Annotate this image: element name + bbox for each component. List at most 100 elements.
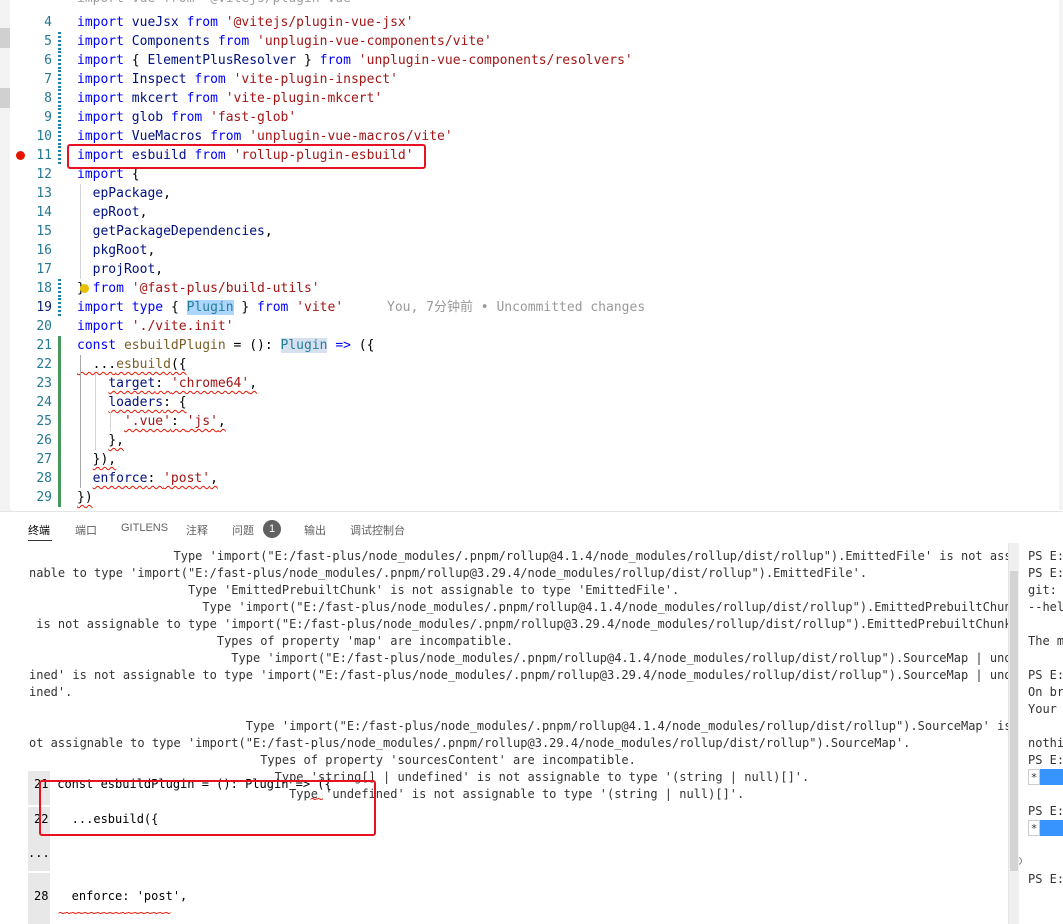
git-added-marker[interactable] bbox=[58, 374, 61, 393]
code-line[interactable]: 15 getPackageDependencies, bbox=[10, 222, 1063, 241]
code-line[interactable]: 27 }), bbox=[10, 450, 1063, 469]
code-line[interactable]: 21 const esbuildPlugin = (): Plugin => ({ bbox=[10, 336, 1063, 355]
git-added-marker[interactable] bbox=[58, 469, 61, 488]
code-token: loaders bbox=[108, 395, 164, 410]
code-line[interactable]: 9 import glob from 'fast-glob' bbox=[10, 108, 1063, 127]
breakpoint-icon[interactable] bbox=[16, 151, 25, 160]
code-line[interactable]: 13 epPackage, bbox=[10, 184, 1063, 203]
partial-line-text: import vue from '@vitejs/plugin-vue' bbox=[77, 0, 359, 8]
line-code: const esbuildPlugin = (): Plugin => ({ bbox=[77, 336, 374, 355]
code-token: 'unplugin-vue-components/vite' bbox=[257, 34, 492, 49]
line-code: epPackage, bbox=[77, 184, 171, 203]
code-token: , bbox=[163, 186, 171, 201]
side-terminal-line: PS E: bbox=[1028, 804, 1063, 818]
second-terminal[interactable]: PS E: PS E: git: --hel The m PS E: On br Your no… bbox=[1019, 543, 1063, 924]
git-added-marker[interactable] bbox=[58, 355, 61, 374]
code-line[interactable]: 20 import './vite.init' bbox=[10, 317, 1063, 336]
line-code: import './vite.init' bbox=[77, 317, 234, 336]
snippet-line-number: 28 bbox=[34, 889, 49, 903]
tab-terminal[interactable]: 终端 bbox=[28, 522, 50, 538]
code-token: : bbox=[170, 414, 187, 429]
code-token: import bbox=[77, 167, 132, 182]
code-token: vueJsx bbox=[131, 15, 187, 30]
tab-gitlens[interactable]: GITLENS bbox=[121, 522, 168, 534]
code-token: epRoot bbox=[92, 205, 140, 220]
code-editor[interactable]: import vue from '@vitejs/plugin-vue' 4 im… bbox=[10, 0, 1063, 510]
line-code: getPackageDependencies, bbox=[77, 222, 273, 241]
git-added-marker[interactable] bbox=[58, 393, 61, 412]
code-token: esbuild bbox=[116, 357, 171, 372]
code-token: type bbox=[131, 300, 171, 315]
side-terminal-line: PS E: bbox=[1028, 753, 1063, 767]
line-number: 18 bbox=[36, 281, 52, 296]
terminal-line: is not assignable to type 'import("E:/fa… bbox=[29, 617, 1008, 631]
code-line[interactable]: 22 ...esbuild({ bbox=[10, 355, 1063, 374]
editor-scrollbar[interactable] bbox=[1059, 0, 1063, 510]
line-number: 26 bbox=[36, 433, 52, 448]
code-token: glob bbox=[131, 110, 171, 125]
code-line[interactable]: 25 '.vue': 'js', bbox=[10, 412, 1063, 431]
git-modified-marker[interactable] bbox=[58, 89, 61, 108]
git-added-marker[interactable] bbox=[58, 488, 61, 507]
git-modified-marker[interactable] bbox=[58, 70, 61, 89]
git-modified-marker[interactable] bbox=[58, 146, 61, 165]
code-line[interactable]: 17 projRoot, bbox=[10, 260, 1063, 279]
terminal-scrollbar[interactable] bbox=[1008, 543, 1019, 924]
terminal-scrollbar-thumb[interactable] bbox=[1010, 571, 1018, 871]
git-modified-marker[interactable] bbox=[58, 127, 61, 146]
code-line[interactable]: 6 import { ElementPlusResolver } from 'un… bbox=[10, 51, 1063, 70]
line-number: 25 bbox=[36, 414, 52, 429]
code-line[interactable]: 26 }, bbox=[10, 431, 1063, 450]
git-blame-annotation[interactable]: You, 7分钟前 • Uncommitted changes bbox=[387, 298, 645, 317]
side-terminal-line: On br bbox=[1028, 685, 1063, 699]
code-line[interactable]: 23 target: 'chrome64', bbox=[10, 374, 1063, 393]
code-line[interactable]: 14 epRoot, bbox=[10, 203, 1063, 222]
git-modified-marker[interactable] bbox=[58, 108, 61, 127]
git-modified-marker[interactable] bbox=[58, 279, 61, 298]
git-modified-marker[interactable] bbox=[58, 51, 61, 70]
code-token: esbuildPlugin bbox=[123, 338, 234, 353]
line-number: 6 bbox=[44, 53, 52, 68]
git-added-marker[interactable] bbox=[58, 412, 61, 431]
line-code: }, bbox=[77, 431, 124, 450]
code-token: mkcert bbox=[131, 91, 187, 106]
code-line[interactable]: 8 import mkcert from 'vite-plugin-mkcert' bbox=[10, 89, 1063, 108]
tab-problems[interactable]: 问题 bbox=[232, 522, 254, 538]
line-number: 12 bbox=[36, 167, 52, 182]
git-added-marker[interactable] bbox=[58, 450, 61, 469]
tab-ports[interactable]: 端口 bbox=[75, 522, 97, 538]
tab-comments[interactable]: 注释 bbox=[186, 522, 208, 538]
side-terminal-line: --hel bbox=[1028, 600, 1063, 614]
code-line[interactable]: 5 import Components from 'unplugin-vue-co… bbox=[10, 32, 1063, 51]
code-line[interactable]: 7 import Inspect from 'vite-plugin-inspec… bbox=[10, 70, 1063, 89]
code-token: import bbox=[77, 15, 132, 30]
code-token: 'vite-plugin-mkcert' bbox=[225, 91, 383, 106]
code-line[interactable]: 4 import vueJsx from '@vitejs/plugin-vue-… bbox=[10, 13, 1063, 32]
code-token: , bbox=[210, 471, 218, 486]
lightbulb-icon[interactable] bbox=[80, 284, 89, 293]
code-line[interactable]: 24 loaders: { bbox=[10, 393, 1063, 412]
code-token: from bbox=[170, 110, 211, 125]
git-modified-marker[interactable] bbox=[58, 32, 61, 51]
git-modified-marker[interactable] bbox=[58, 298, 61, 317]
code-token: : bbox=[155, 376, 171, 391]
code-line[interactable]: 29}) bbox=[10, 488, 1063, 507]
terminal-output[interactable]: Type 'import("E:/fast-plus/node_modules/… bbox=[0, 543, 1008, 924]
code-line[interactable]: 28 enforce: 'post', bbox=[10, 469, 1063, 488]
line-number: 16 bbox=[36, 243, 52, 258]
terminal-line: Type 'import("E:/fast-plus/node_modules/… bbox=[29, 719, 1008, 733]
line-code: projRoot, bbox=[77, 260, 163, 279]
indent-guide bbox=[95, 374, 96, 450]
highlight-block bbox=[1040, 820, 1063, 836]
tab-output[interactable]: 输出 bbox=[304, 522, 326, 538]
line-code: }) bbox=[77, 488, 93, 507]
code-line[interactable]: 16 pkgRoot, bbox=[10, 241, 1063, 260]
line-number: 20 bbox=[36, 319, 52, 334]
git-added-marker[interactable] bbox=[58, 431, 61, 450]
tab-debug-console[interactable]: 调试控制台 bbox=[350, 522, 405, 538]
code-line[interactable]: 18} from '@fast-plus/build-utils' bbox=[10, 279, 1063, 298]
git-added-marker[interactable] bbox=[58, 336, 61, 355]
side-terminal-line: nothi bbox=[1028, 736, 1063, 750]
terminal-line: Type 'EmittedPrebuiltChunk' is not assig… bbox=[29, 583, 680, 597]
line-number: 29 bbox=[36, 490, 52, 505]
